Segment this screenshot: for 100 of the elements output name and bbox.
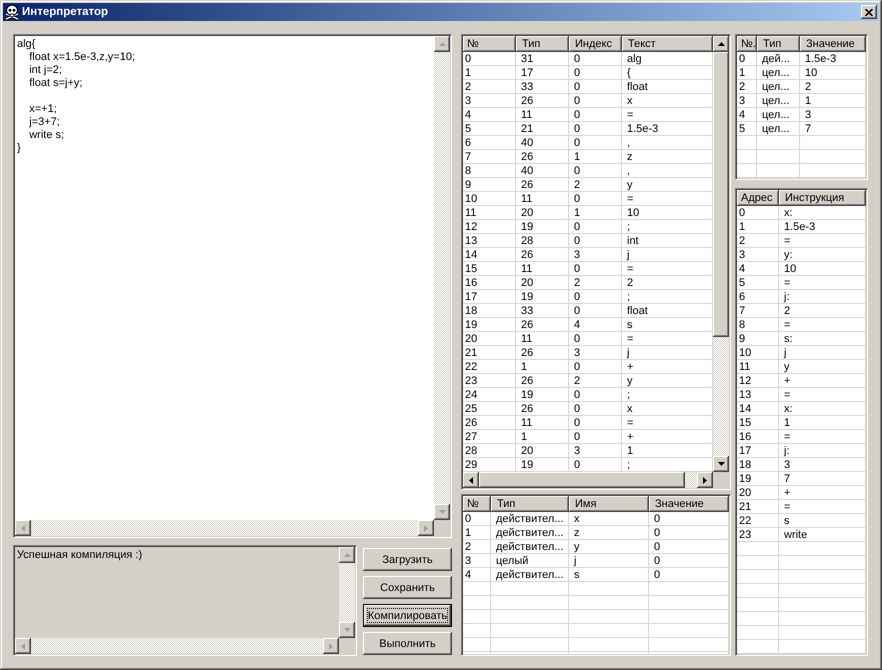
skull-icon	[4, 4, 20, 20]
table-cell: 0	[569, 122, 622, 136]
table-cell: x:	[779, 206, 866, 220]
table-cell: 0	[569, 402, 622, 416]
horizontal-scrollbar[interactable]	[15, 638, 339, 654]
column-header[interactable]: Имя	[569, 496, 649, 512]
column-header[interactable]: Тип	[516, 36, 569, 52]
horizontal-scrollbar[interactable]	[463, 472, 713, 488]
table-cell: 20	[516, 276, 569, 290]
triangle-up-icon	[344, 553, 350, 557]
triangle-down-icon	[718, 462, 724, 466]
code-editor[interactable]: alg{ float x=1.5e-3,z,y=10; int j=2; float s=j+y; x=+1; j=3+7; write s; }	[13, 34, 452, 538]
table-cell: j	[779, 346, 866, 360]
table-cell: 0	[569, 164, 622, 178]
column-header[interactable]: Инструкция	[779, 190, 866, 206]
table-cell: j:	[779, 444, 866, 458]
table-cell: 2	[569, 374, 622, 388]
table-cell: 2	[463, 80, 516, 94]
table-cell: 19	[737, 472, 779, 486]
output-log[interactable]: Успешная компиляция :)	[13, 545, 357, 656]
table-cell: 40	[516, 136, 569, 150]
table-cell: =	[779, 234, 866, 248]
scroll-up-button[interactable]	[339, 547, 355, 563]
scrollbar-thumb[interactable]	[479, 472, 685, 488]
scroll-up-button[interactable]	[713, 36, 729, 52]
table-cell: s	[779, 514, 866, 528]
column-header[interactable]: Значение	[800, 36, 866, 52]
table-cell: 10	[737, 346, 779, 360]
table-cell: 0	[649, 526, 729, 540]
column-header[interactable]: №.	[737, 36, 757, 52]
run-button[interactable]: Выполнить	[363, 632, 452, 655]
column-header[interactable]: Тип	[491, 496, 569, 512]
table-cell: 3	[569, 248, 622, 262]
table-cell: 9	[737, 332, 779, 346]
table-cell: цел...	[757, 94, 800, 108]
table-cell: 0	[649, 512, 729, 526]
column-header[interactable]: Значение	[649, 496, 729, 512]
column-header[interactable]: Текст	[622, 36, 713, 52]
scroll-up-button[interactable]	[434, 36, 450, 52]
vertical-scrollbar[interactable]	[339, 547, 355, 638]
table-cell: 1	[779, 416, 866, 430]
table-cell: 3	[737, 94, 757, 108]
column-header[interactable]: №	[463, 496, 491, 512]
compile-button[interactable]: Компилировать	[363, 604, 452, 627]
table-cell: 5	[463, 122, 516, 136]
table-cell: 0	[737, 206, 779, 220]
scroll-down-button[interactable]	[434, 504, 450, 520]
table-cell: 26	[463, 416, 516, 430]
column-header[interactable]: №	[463, 36, 516, 52]
table-cell: y	[569, 540, 649, 554]
load-button[interactable]: Загрузить	[363, 548, 452, 571]
table-cell: 0	[569, 304, 622, 318]
table-cell: 28	[516, 234, 569, 248]
table-cell: 9	[463, 178, 516, 192]
vertical-scrollbar[interactable]	[713, 36, 729, 472]
scroll-down-button[interactable]	[713, 456, 729, 472]
scroll-down-button[interactable]	[339, 622, 355, 638]
table-cell: z	[569, 526, 649, 540]
column-header[interactable]: Тип	[757, 36, 800, 52]
triangle-left-icon	[21, 524, 25, 532]
table-cell: 7	[463, 150, 516, 164]
table-cell: действител...	[491, 526, 569, 540]
table-cell: 3	[463, 94, 516, 108]
table-cell: 28	[463, 444, 516, 458]
table-cell: 0	[569, 388, 622, 402]
table-cell: 26	[516, 94, 569, 108]
scroll-left-button[interactable]	[463, 472, 479, 488]
table-cell: 4	[737, 108, 757, 122]
table-cell: 19	[463, 318, 516, 332]
table-cell: 0	[569, 332, 622, 346]
table-cell: 14	[463, 248, 516, 262]
table-cell: j:	[779, 290, 866, 304]
window-title: Интерпретатор	[22, 6, 108, 18]
scroll-right-button[interactable]	[697, 472, 713, 488]
table-cell: 20	[737, 486, 779, 500]
table-cell: 15	[463, 262, 516, 276]
scroll-left-button[interactable]	[15, 520, 31, 536]
table-cell: 22	[463, 360, 516, 374]
horizontal-scrollbar[interactable]	[15, 520, 434, 536]
table-cell: 1	[569, 150, 622, 164]
table-cell: =	[779, 318, 866, 332]
table-cell: y:	[779, 248, 866, 262]
save-button[interactable]: Сохранить	[363, 576, 452, 599]
table-cell: 2	[737, 234, 779, 248]
table-cell: 7	[779, 472, 866, 486]
scroll-right-button[interactable]	[323, 638, 339, 654]
table-cell: 0	[569, 52, 622, 66]
table-cell: цел...	[757, 80, 800, 94]
scrollbar-thumb[interactable]	[713, 52, 729, 337]
scroll-right-button[interactable]	[418, 520, 434, 536]
column-header[interactable]: Адрес	[737, 190, 779, 206]
scroll-left-button[interactable]	[15, 638, 31, 654]
table-cell: 10	[800, 66, 866, 80]
table-cell: 21	[737, 500, 779, 514]
vertical-scrollbar[interactable]	[434, 36, 450, 520]
column-header[interactable]: Индекс	[569, 36, 622, 52]
table-cell: 5	[737, 276, 779, 290]
table-cell: 31	[516, 52, 569, 66]
close-button[interactable]	[861, 5, 877, 19]
table-cell: 1	[463, 66, 516, 80]
